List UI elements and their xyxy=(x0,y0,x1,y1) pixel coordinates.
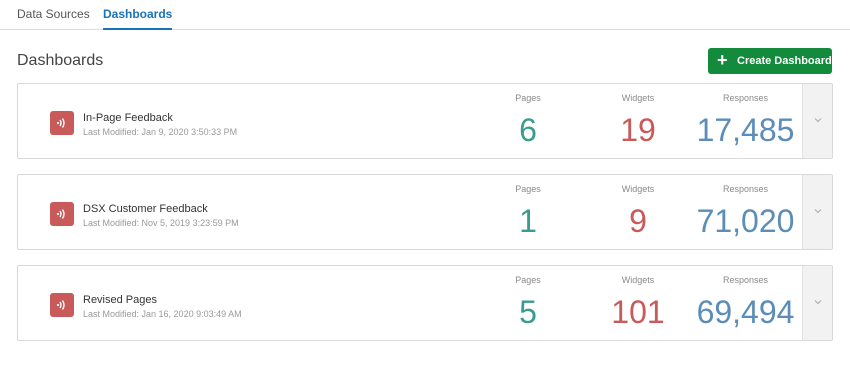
chevron-down-icon xyxy=(814,300,822,305)
expand-button[interactable] xyxy=(802,84,832,158)
create-dashboard-label: Create Dashboard xyxy=(737,55,832,67)
responses-value: 71,020 xyxy=(696,203,795,239)
responses-label: Responses xyxy=(722,184,769,194)
pages-label: Pages xyxy=(515,275,541,285)
top-navigation: Data Sources Dashboards xyxy=(0,0,850,30)
tab-dashboards[interactable]: Dashboards xyxy=(103,0,173,30)
pages-label: Pages xyxy=(515,184,541,194)
widgets-value: 101 xyxy=(611,294,665,330)
widgets-value: 9 xyxy=(629,203,647,239)
feedback-signal-icon xyxy=(50,111,74,135)
dashboard-name[interactable]: DSX Customer Feedback xyxy=(83,203,208,215)
pages-value: 1 xyxy=(519,203,537,239)
feedback-signal-icon xyxy=(50,293,74,317)
widgets-value: 19 xyxy=(620,112,656,148)
dashboard-name[interactable]: In-Page Feedback xyxy=(83,112,173,124)
expand-button[interactable] xyxy=(802,175,832,249)
expand-button[interactable] xyxy=(802,266,832,340)
pages-label: Pages xyxy=(515,93,541,103)
dashboard-card[interactable]: DSX Customer Feedback Last Modified: Nov… xyxy=(17,174,833,250)
responses-label: Responses xyxy=(722,93,769,103)
dashboard-last-modified: Last Modified: Nov 5, 2019 3:23:59 PM xyxy=(83,218,239,228)
dashboard-last-modified: Last Modified: Jan 9, 2020 3:50:33 PM xyxy=(83,127,238,137)
pages-value: 5 xyxy=(519,294,537,330)
dashboard-card[interactable]: In-Page Feedback Last Modified: Jan 9, 2… xyxy=(17,83,833,159)
widgets-label: Widgets xyxy=(621,184,655,194)
chevron-down-icon xyxy=(814,209,822,214)
dashboard-last-modified: Last Modified: Jan 16, 2020 9:03:49 AM xyxy=(83,309,242,319)
tab-data-sources[interactable]: Data Sources xyxy=(17,0,90,30)
feedback-signal-icon xyxy=(50,202,74,226)
pages-value: 6 xyxy=(519,112,537,148)
responses-value: 17,485 xyxy=(696,112,795,148)
responses-value: 69,494 xyxy=(696,294,795,330)
widgets-label: Widgets xyxy=(621,93,655,103)
responses-label: Responses xyxy=(722,275,769,285)
plus-icon: + xyxy=(717,50,728,70)
widgets-label: Widgets xyxy=(621,275,655,285)
dashboard-name[interactable]: Revised Pages xyxy=(83,294,157,306)
chevron-down-icon xyxy=(814,118,822,123)
page-title: Dashboards xyxy=(17,52,104,69)
create-dashboard-button[interactable]: + Create Dashboard xyxy=(708,48,832,74)
dashboard-card[interactable]: Revised Pages Last Modified: Jan 16, 202… xyxy=(17,265,833,341)
